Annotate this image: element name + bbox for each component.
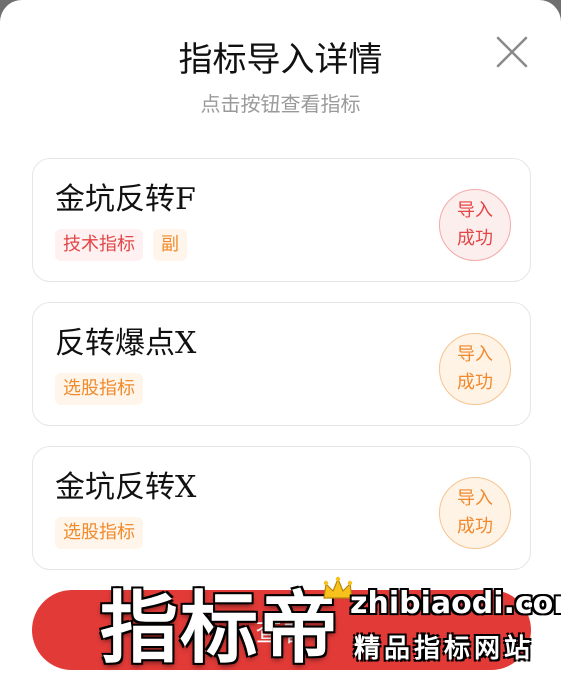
tag-type: 选股指标 [55,517,143,549]
close-icon [496,36,528,68]
status-line-1: 导入 [457,488,493,509]
import-status-badge: 导入 成功 [439,333,511,405]
status-line-2: 成功 [457,516,493,537]
status-line-1: 导入 [457,200,493,221]
status-line-2: 成功 [457,372,493,393]
indicator-name: 金坑反转X [55,470,197,505]
indicator-name: 反转爆点X [55,326,197,361]
import-status-badge: 导入 成功 [439,189,511,261]
modal-title: 指标导入详情 [178,40,383,80]
indicator-name: 金坑反转F [55,182,196,217]
tag-type: 技术指标 [55,229,143,261]
indicator-tags: 选股指标 [55,373,143,405]
import-details-modal: 指标导入详情 点击按钮查看指标 金坑反转F 技术指标 副 导入 成功 反转爆点X… [0,0,561,698]
status-line-1: 导入 [457,344,493,365]
status-line-2: 成功 [457,228,493,249]
indicator-card[interactable]: 金坑反转F 技术指标 副 导入 成功 [32,158,531,282]
indicator-tags: 技术指标 副 [55,229,187,261]
tag-sub: 副 [153,229,187,261]
modal-subtitle: 点击按钮查看指标 [200,92,361,116]
indicator-card[interactable]: 金坑反转X 选股指标 导入 成功 [32,446,531,570]
view-button[interactable]: 查看 [32,590,531,670]
tag-type: 选股指标 [55,373,143,405]
close-button[interactable] [492,32,532,72]
indicator-card[interactable]: 反转爆点X 选股指标 导入 成功 [32,302,531,426]
import-status-badge: 导入 成功 [439,477,511,549]
view-button-label: 查看 [255,617,308,648]
indicator-tags: 选股指标 [55,517,143,549]
